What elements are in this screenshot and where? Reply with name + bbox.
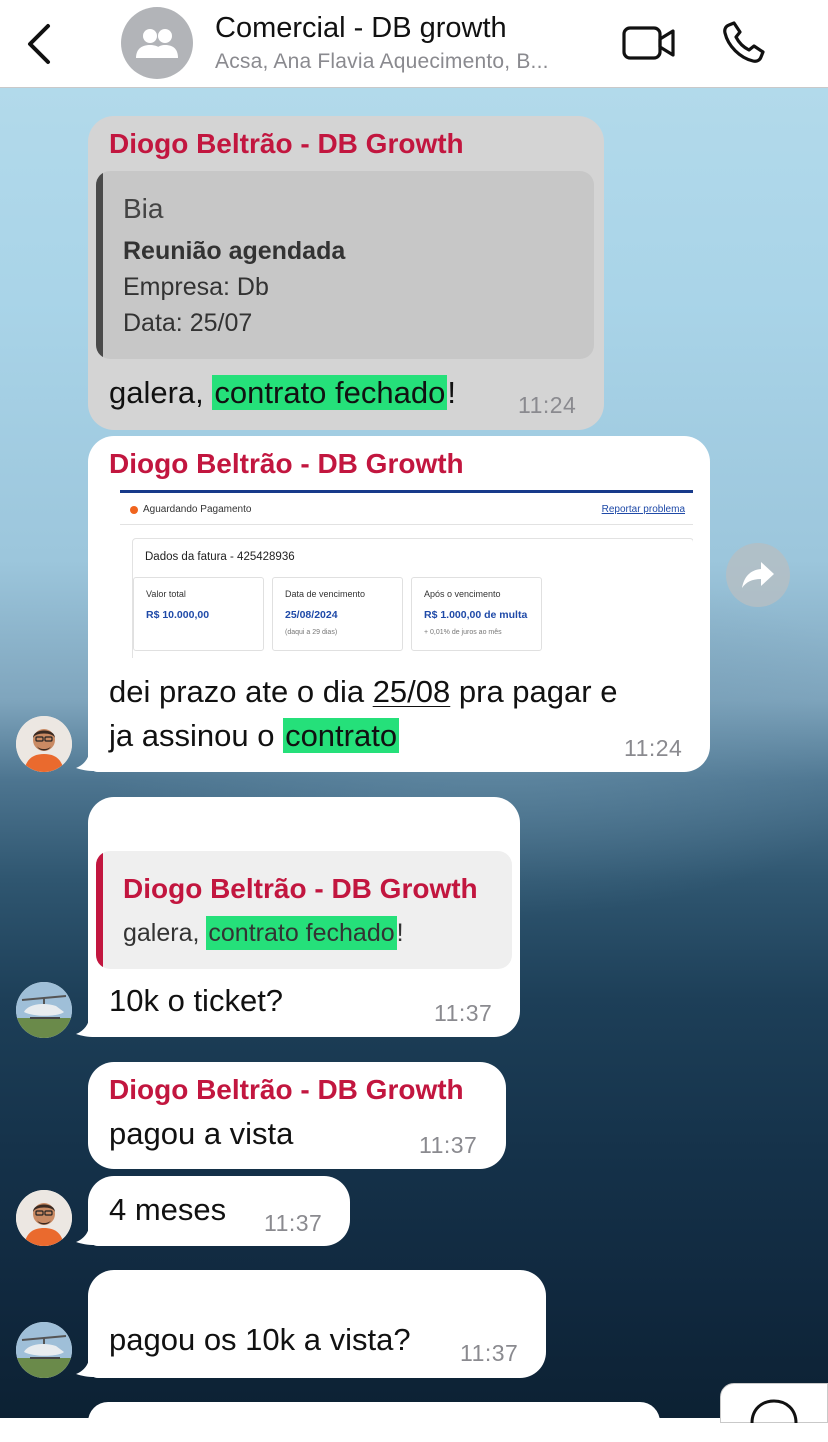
divider [120,524,693,525]
invoice-image[interactable]: Aguardando Pagamento Reportar problema D… [120,488,693,658]
message-bubble-partial [88,1402,660,1442]
invoice-value: R$ 10.000,00 [146,609,210,621]
message-text-part: galera, [109,375,213,410]
bubble-tail [76,1352,106,1378]
invoice-label: Data de vencimento [285,589,366,599]
quote-text-part: ! [396,919,404,947]
message-sender: Diogo Beltrão - DB Growth [109,448,464,479]
quote-author: Bia [123,193,164,224]
scroll-down-button[interactable] [720,1383,828,1423]
report-problem-link: Reportar problema [601,504,685,515]
invoice-value: 25/08/2024 [285,609,338,621]
quote-text: galera, contrato fechado! [123,913,404,953]
video-camera-icon[interactable] [620,22,678,64]
invoice-note: (daqui a 29 dias) [285,629,338,636]
invoice-label: Valor total [146,589,186,599]
message-time: 11:37 [434,1000,493,1026]
quote-line: Data: 25/07 [123,309,253,337]
highlighted-text: contrato fechado [212,375,448,410]
message-time: 11:37 [419,1132,478,1158]
avatar[interactable] [16,1322,72,1378]
forward-button[interactable] [726,543,790,607]
message-sender: Diogo Beltrão - DB Growth [109,128,464,159]
message-bubble[interactable]: Diogo Beltrão - DB Growth Aguardando Pag… [88,436,710,772]
invoice-total-box: Valor total R$ 10.000,00 [133,577,264,651]
message-bubble[interactable]: 4 meses 11:37 [88,1176,350,1246]
invoice-label: Após o vencimento [424,589,501,599]
message-text-part: pra pagar e [450,674,618,709]
highlighted-text: contrato fechado [206,916,397,950]
message-text: 4 meses [109,1192,227,1227]
avatar[interactable] [16,1190,72,1246]
message-bubble[interactable]: Diogo Beltrão - DB Growth Bia Reunião ag… [88,116,604,430]
highlighted-text: contrato [283,718,400,753]
quote-bar [96,171,103,359]
message-time: 11:37 [264,1210,323,1236]
invoice-top-border [120,490,693,493]
quote-line: Empresa: Db [123,273,269,301]
chat-participants[interactable]: Acsa, Ana Flavia Aquecimento, B... [215,50,549,74]
invoice-status: Aguardando Pagamento [143,504,252,515]
avatar[interactable] [16,716,72,772]
message-text: ja assinou o contrato [109,714,400,758]
message-time: 11:37 [460,1340,519,1366]
message-text: galera, contrato fechado! [109,371,456,415]
message-text-part: ja assinou o [109,718,284,753]
message-bubble[interactable]: pagou os 10k a vista? 11:37 [88,1270,546,1378]
message-bubble[interactable]: Diogo Beltrão - DB Growth galera, contra… [88,797,520,1037]
quoted-message[interactable]: Bia Reunião agendada Empresa: Db Data: 2… [96,171,594,359]
invoice-late-box: Após o vencimento R$ 1.000,00 de multa +… [411,577,542,651]
message-time: 11:24 [518,392,577,418]
message-text: pagou a vista [109,1116,294,1151]
message-time: 11:24 [624,735,683,761]
message-text: 10k o ticket? [109,983,284,1018]
bubble-tail [76,1220,106,1246]
quote-bar [96,851,103,969]
invoice-value: R$ 1.000,00 de multa [424,609,528,621]
message-text: pagou os 10k a vista? [109,1322,411,1357]
avatar[interactable] [16,982,72,1038]
invoice-note: + 0,01% de juros ao mês [424,629,502,636]
status-dot [130,506,138,514]
quote-author: Diogo Beltrão - DB Growth [123,873,478,904]
chevron-left-icon[interactable] [20,22,60,66]
group-people-icon [136,29,178,58]
group-avatar[interactable] [121,7,193,79]
message-text-part: ! [447,375,456,410]
invoice-due-box: Data de vencimento 25/08/2024 (daqui a 2… [272,577,403,651]
message-sender: Diogo Beltrão - DB Growth [109,1074,464,1105]
forward-arrow-icon [742,562,774,588]
chat-header: Comercial - DB growth Acsa, Ana Flavia A… [0,0,828,88]
phone-icon[interactable] [720,20,768,66]
message-bubble[interactable]: Diogo Beltrão - DB Growth pagou a vista … [88,1062,506,1169]
bubble-tail [76,746,106,772]
chat-title[interactable]: Comercial - DB growth [215,12,507,45]
bubble-tail [76,1012,106,1038]
invoice-card: Dados da fatura - 425428936 Valor total … [132,538,693,658]
invoice-heading: Dados da fatura - 425428936 [145,551,295,563]
quote-text-part: galera, [123,919,207,947]
quoted-message[interactable]: Diogo Beltrão - DB Growth galera, contra… [96,851,512,969]
chevron-down-icon [750,1399,798,1423]
message-text-part: dei prazo ate o dia [109,674,373,709]
date-link[interactable]: 25/08 [373,674,451,709]
message-text: dei prazo ate o dia 25/08 pra pagar e [109,670,617,714]
quote-title: Reunião agendada [123,237,346,265]
